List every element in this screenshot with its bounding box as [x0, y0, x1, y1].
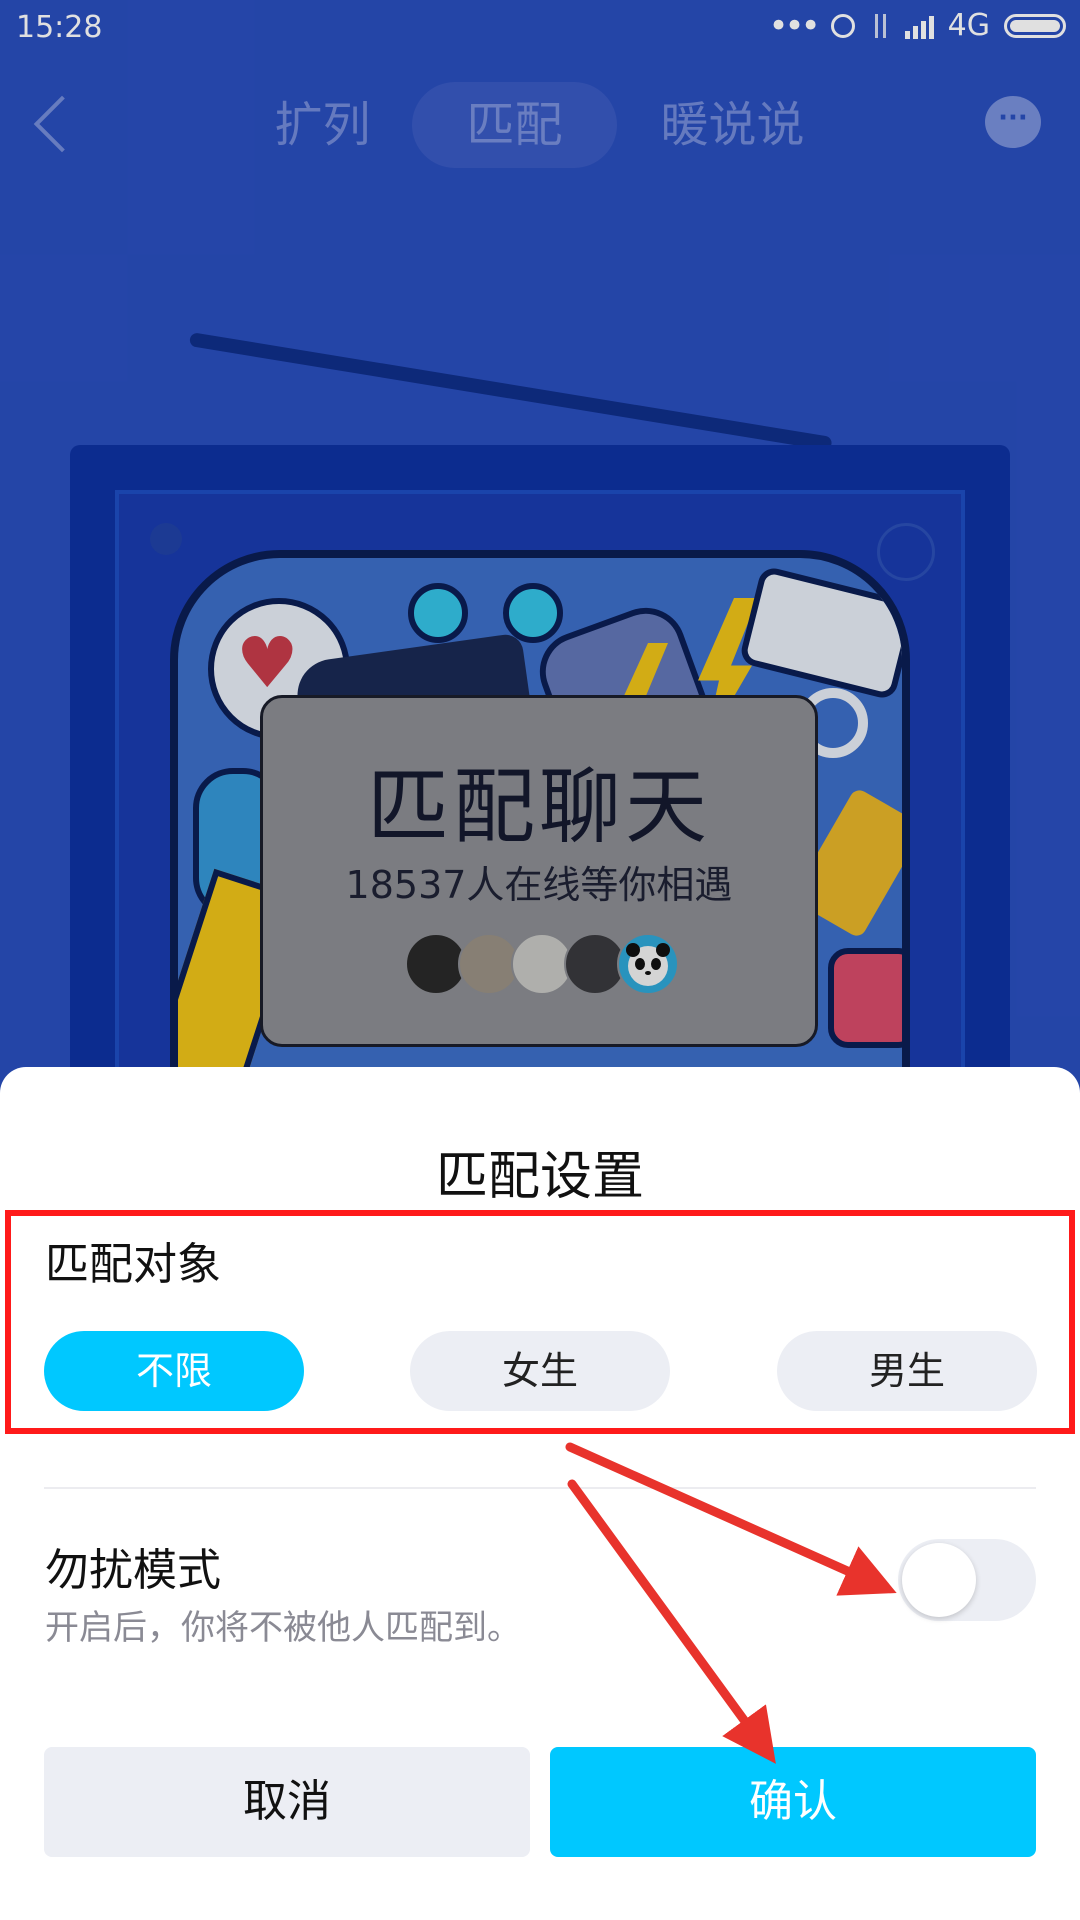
confirm-button[interactable]: 确认	[550, 1747, 1036, 1857]
divider	[44, 1487, 1036, 1489]
sheet-title: 匹配设置	[435, 1147, 644, 1207]
cancel-button[interactable]: 取消	[44, 1747, 530, 1857]
dnd-mode-label: 勿扰模式	[45, 1545, 221, 1596]
annotation-highlight-box	[5, 1210, 1075, 1434]
dnd-mode-description: 开启后，你将不被他人匹配到。	[45, 1608, 521, 1648]
toggle-knob	[902, 1543, 976, 1617]
match-settings-sheet: 匹配设置 匹配对象 不限 女生 男生 勿扰模式 开启后，你将不被他人匹配到。 取…	[0, 1067, 1080, 1920]
dnd-toggle[interactable]	[898, 1539, 1036, 1621]
screen: 15:28 ••• 4G 扩列 匹配 暖说说 ··· ♥ 匹配聊天 18537人…	[0, 0, 1080, 1920]
